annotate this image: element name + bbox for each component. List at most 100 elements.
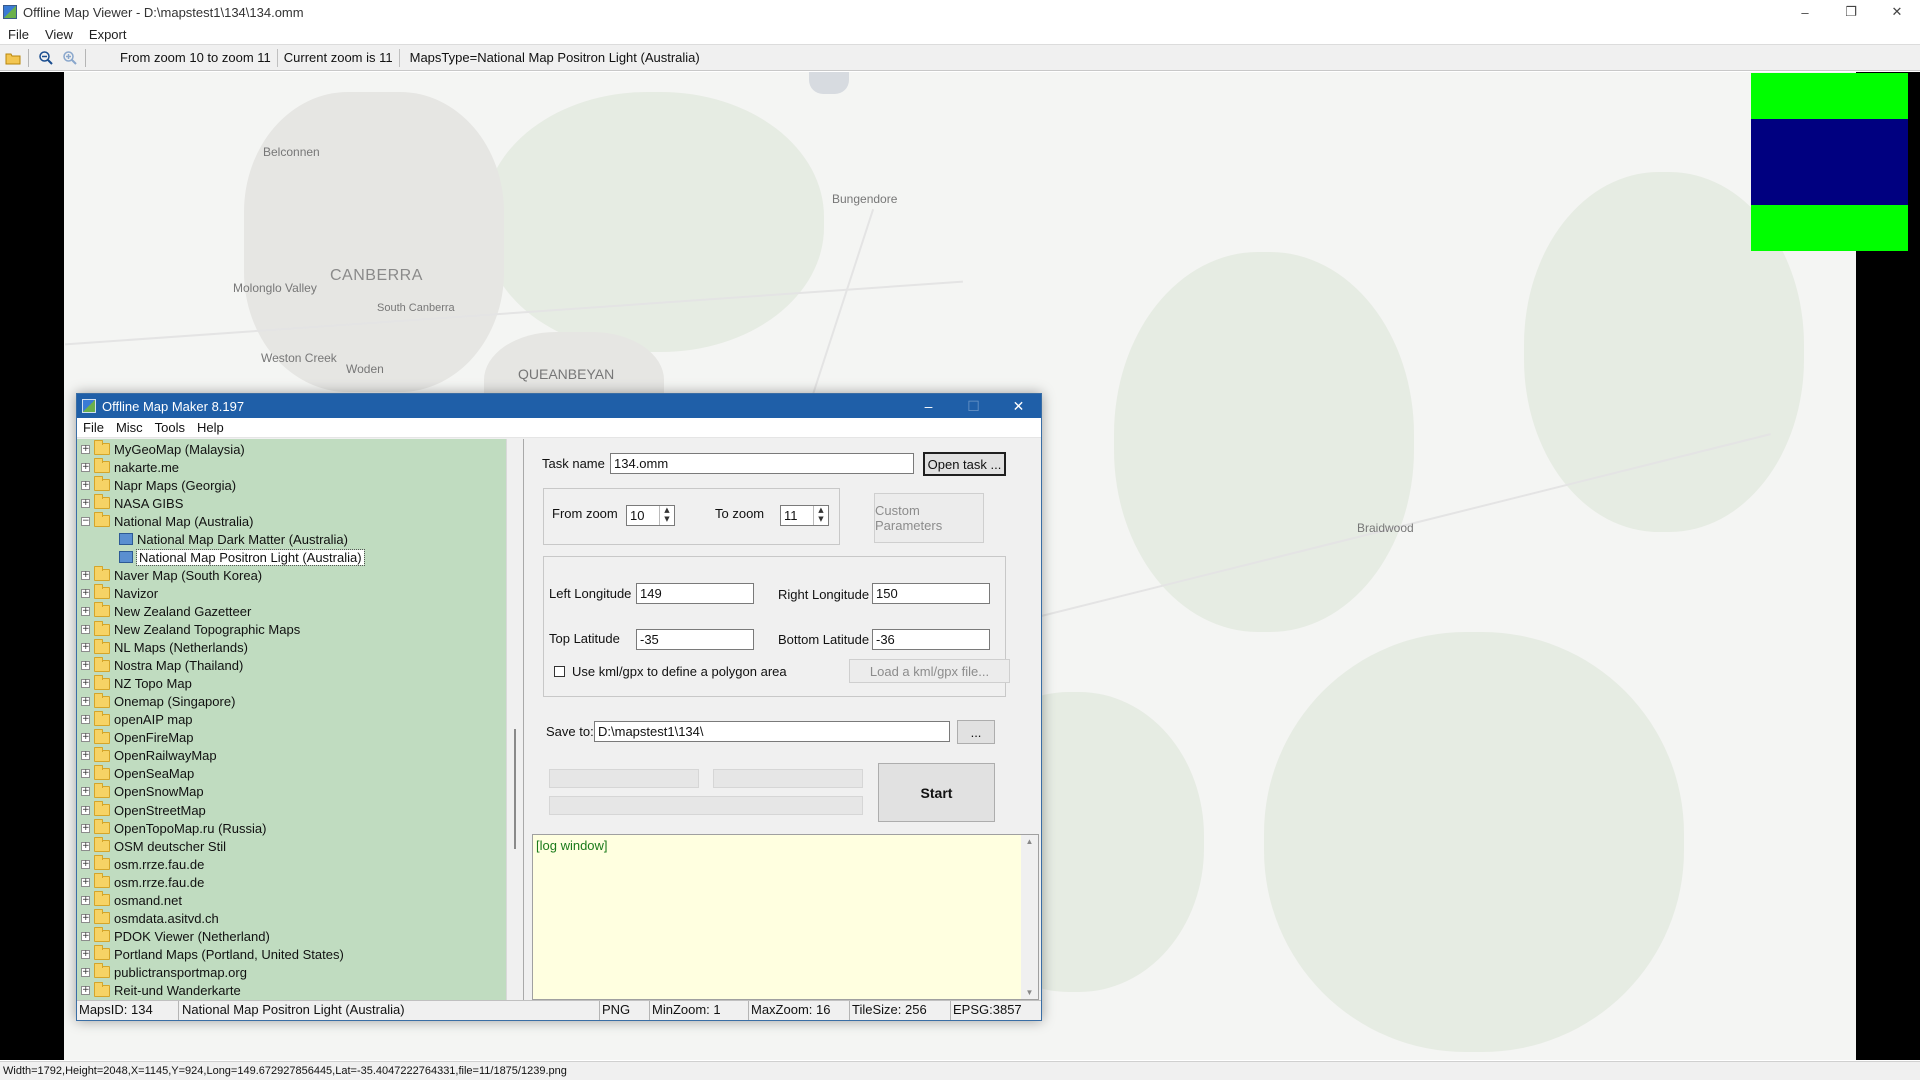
tree-folder-item[interactable]: + NL Maps (Netherlands)	[81, 638, 248, 657]
tree-folder-item[interactable]: + osm.rrze.fau.de	[81, 855, 204, 873]
expand-icon[interactable]: +	[81, 859, 90, 869]
start-button[interactable]: Start	[878, 763, 995, 822]
restore-button[interactable]: ❐	[1828, 0, 1874, 24]
tree-folder-item[interactable]: + PDOK Viewer (Netherland)	[81, 927, 270, 945]
tree-folder-item[interactable]: + openAIP map	[81, 710, 193, 729]
tree-folder-item[interactable]: + NASA GIBS	[81, 494, 183, 512]
expand-icon[interactable]: +	[81, 588, 90, 598]
from-zoom-spinner[interactable]: 10 ▲ ▼	[626, 505, 675, 526]
tree-folder-item[interactable]: − National Map (Australia)	[81, 512, 253, 530]
collapse-icon[interactable]: −	[81, 516, 90, 526]
dialog-menu-help[interactable]: Help	[191, 420, 230, 435]
tree-scroll-thumb[interactable]	[514, 729, 516, 849]
expand-icon[interactable]: +	[81, 661, 90, 671]
tree-folder-item[interactable]: + MyGeoMap (Malaysia)	[81, 440, 245, 458]
menu-view[interactable]: View	[37, 27, 81, 42]
zoom-out-icon[interactable]	[35, 47, 57, 69]
dialog-close-button[interactable]: ✕	[996, 394, 1041, 418]
tree-folder-item[interactable]: + OpenSeaMap	[81, 764, 194, 783]
tree-folder-item[interactable]: + OpenStreetMap	[81, 801, 206, 819]
expand-icon[interactable]: +	[81, 643, 90, 653]
tree-folder-item[interactable]: + Navizor	[81, 584, 158, 602]
dialog-menu-misc[interactable]: Misc	[110, 420, 149, 435]
tree-folder-item[interactable]: + Reit-und Wanderkarte	[81, 981, 241, 1000]
tree-folder-item[interactable]: + NZ Topo Map	[81, 674, 192, 693]
spinner-arrows-icon[interactable]: ▲ ▼	[813, 506, 828, 525]
use-kml-checkbox[interactable]	[554, 666, 565, 677]
expand-icon[interactable]: +	[81, 823, 90, 833]
tree-folder-item[interactable]: + Portland Maps (Portland, United States)	[81, 945, 344, 963]
expand-icon[interactable]: +	[81, 679, 90, 689]
expand-icon[interactable]: +	[81, 895, 90, 905]
open-task-button[interactable]: Open task ...	[923, 452, 1006, 476]
tree-map-item[interactable]: National Map Positron Light (Australia)	[119, 548, 365, 566]
expand-icon[interactable]: +	[81, 841, 90, 851]
tree-folder-item[interactable]: + OSM deutscher Stil	[81, 837, 226, 855]
scroll-up-icon[interactable]: ▲	[1021, 837, 1038, 846]
tree-folder-item[interactable]: + Onemap (Singapore)	[81, 692, 235, 711]
tree-scrollbar[interactable]	[506, 439, 523, 1000]
tree-folder-item[interactable]: + OpenTopoMap.ru (Russia)	[81, 819, 266, 837]
expand-icon[interactable]: +	[81, 625, 90, 634]
scroll-down-icon[interactable]: ▼	[1021, 988, 1038, 997]
expand-icon[interactable]: +	[81, 444, 90, 454]
log-window[interactable]: [log window] ▲ ▼	[532, 834, 1039, 1000]
expand-icon[interactable]: +	[81, 877, 90, 887]
expand-icon[interactable]: +	[81, 805, 90, 815]
dialog-titlebar[interactable]: Offline Map Maker 8.197 – ☐ ✕	[77, 394, 1041, 418]
expand-icon[interactable]: +	[81, 967, 90, 977]
minimize-button[interactable]: –	[1782, 0, 1828, 24]
tree-folder-item[interactable]: + publictransportmap.org	[81, 963, 247, 981]
browse-button[interactable]: ...	[957, 720, 995, 744]
expand-icon[interactable]: +	[81, 751, 90, 761]
expand-icon[interactable]: +	[81, 462, 90, 472]
tree-folder-item[interactable]: + OpenFireMap	[81, 728, 193, 747]
menu-file[interactable]: File	[0, 27, 37, 42]
log-scrollbar[interactable]: ▲ ▼	[1021, 835, 1038, 999]
expand-icon[interactable]: +	[81, 570, 90, 580]
load-kml-button[interactable]: Load a kml/gpx file...	[849, 659, 1010, 683]
expand-icon[interactable]: +	[81, 715, 90, 725]
expand-icon[interactable]: +	[81, 697, 90, 707]
tree-folder-item[interactable]: + New Zealand Topographic Maps	[81, 620, 300, 639]
dialog-menu-file[interactable]: File	[77, 420, 110, 435]
expand-icon[interactable]: +	[81, 769, 90, 779]
tree-folder-item[interactable]: + Naver Map (South Korea)	[81, 566, 262, 584]
tree-folder-item[interactable]: + New Zealand Gazetteer	[81, 602, 251, 620]
tree-item-label: Napr Maps (Georgia)	[114, 477, 237, 493]
expand-icon[interactable]: +	[81, 986, 90, 995]
dialog-minimize-button[interactable]: –	[906, 394, 951, 418]
tree-folder-item[interactable]: + OpenSnowMap	[81, 782, 204, 801]
expand-icon[interactable]: +	[81, 787, 90, 797]
save-to-input[interactable]: D:\mapstest1\134\	[594, 721, 950, 742]
expand-icon[interactable]: +	[81, 480, 90, 490]
open-folder-icon[interactable]	[2, 47, 24, 69]
expand-icon[interactable]: +	[81, 913, 90, 923]
expand-icon[interactable]: +	[81, 733, 90, 743]
bottom-latitude-input[interactable]: -36	[872, 629, 990, 650]
maps-tree[interactable]: + MyGeoMap (Malaysia) + nakarte.me + Napr Map…	[77, 439, 524, 1000]
to-zoom-spinner[interactable]: 11 ▲ ▼	[780, 505, 829, 526]
task-name-input[interactable]: 134.omm	[610, 453, 914, 474]
tree-folder-item[interactable]: + osmand.net	[81, 891, 182, 909]
menu-export[interactable]: Export	[81, 27, 135, 42]
spinner-arrows-icon[interactable]: ▲ ▼	[659, 506, 674, 525]
tree-folder-item[interactable]: + osm.rrze.fau.de	[81, 873, 204, 891]
tree-map-item[interactable]: National Map Dark Matter (Australia)	[119, 530, 348, 548]
tree-folder-item[interactable]: + Napr Maps (Georgia)	[81, 476, 236, 494]
zoom-in-icon[interactable]	[59, 47, 81, 69]
left-longitude-input[interactable]: 149	[636, 583, 754, 604]
tree-folder-item[interactable]: + nakarte.me	[81, 458, 179, 476]
right-longitude-input[interactable]: 150	[872, 583, 990, 604]
tree-folder-item[interactable]: + osmdata.asitvd.ch	[81, 909, 219, 927]
top-latitude-input[interactable]: -35	[636, 629, 754, 650]
custom-parameters-button[interactable]: Custom Parameters	[874, 493, 984, 543]
dialog-menu-tools[interactable]: Tools	[149, 420, 191, 435]
tree-folder-item[interactable]: + Nostra Map (Thailand)	[81, 656, 243, 675]
expand-icon[interactable]: +	[81, 498, 90, 508]
tree-folder-item[interactable]: + OpenRailwayMap	[81, 746, 217, 765]
expand-icon[interactable]: +	[81, 949, 90, 959]
expand-icon[interactable]: +	[81, 606, 90, 616]
expand-icon[interactable]: +	[81, 931, 90, 941]
close-button[interactable]: ✕	[1874, 0, 1920, 24]
